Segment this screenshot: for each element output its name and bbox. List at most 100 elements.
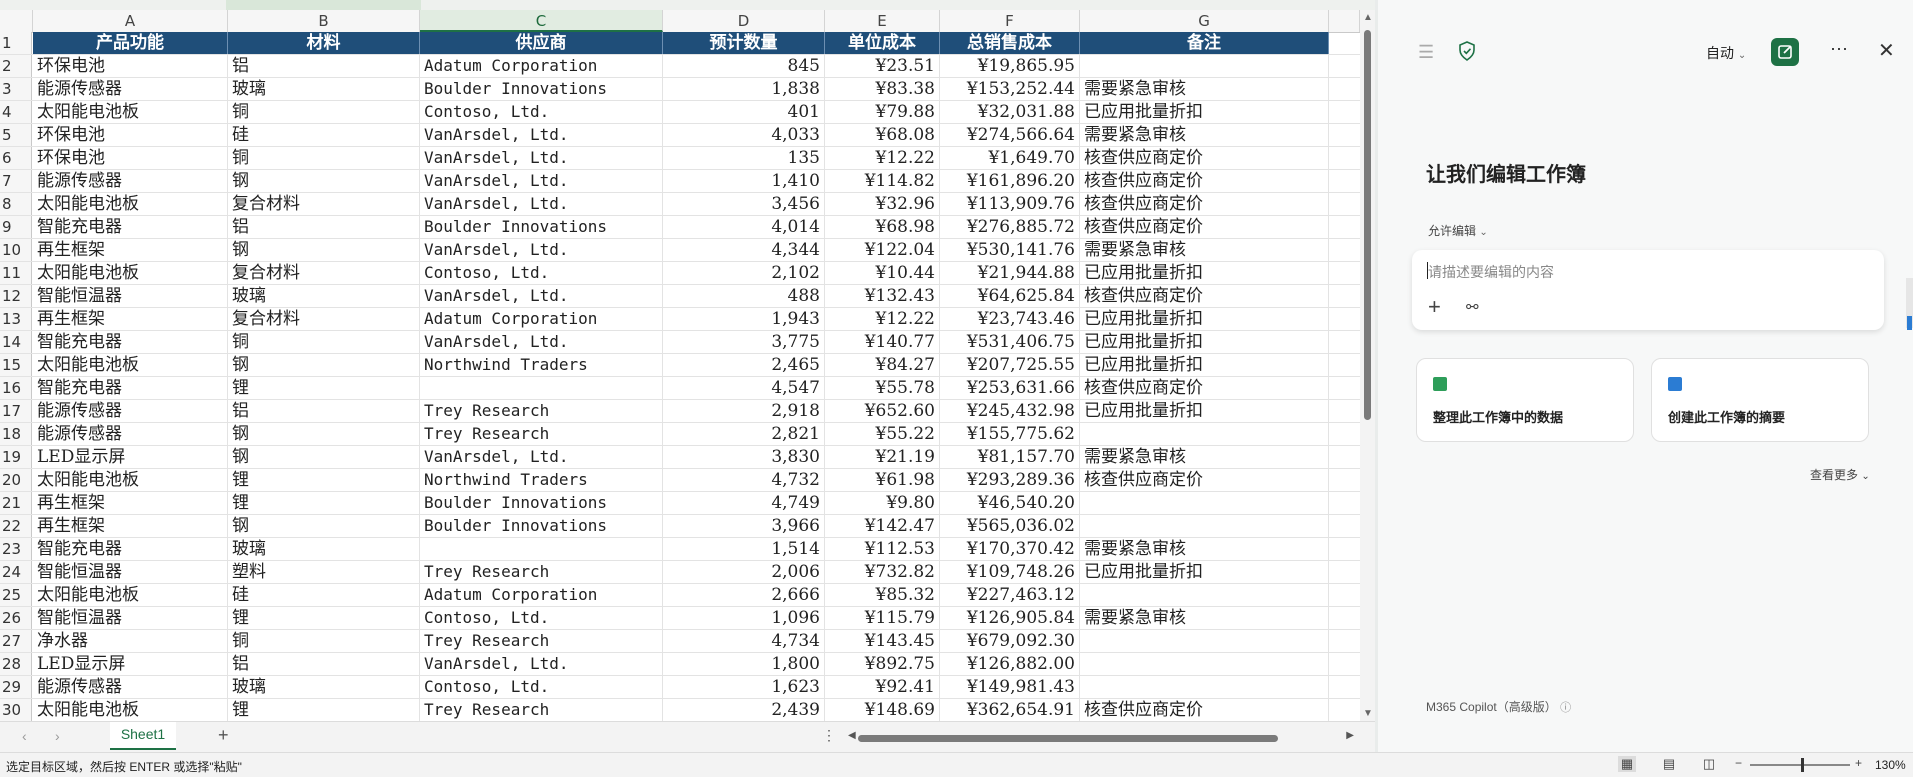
row-number[interactable]: 1 [0, 32, 32, 54]
table-row[interactable]: 9 智能充电器铝 Boulder Innovations 4,014 ¥68.98 ¥27… [0, 216, 1360, 239]
cell-supplier[interactable]: VanArsdel, Ltd. [420, 147, 663, 169]
cell-material[interactable]: 铝 [228, 55, 420, 77]
new-chat-button[interactable] [1771, 38, 1799, 66]
cell-material[interactable]: 硅 [228, 584, 420, 606]
cell-total-cost[interactable]: ¥227,463.12 [940, 584, 1080, 606]
cell-material[interactable]: 铜 [228, 101, 420, 123]
table-row[interactable]: 17 能源传感器铝 Trey Research 2,918 ¥652.60 ¥245,43… [0, 400, 1360, 423]
data-rows[interactable]: 2 环保电池铝 Adatum Corporation 845 ¥23.51 ¥19,865… [0, 55, 1360, 721]
header-cell-quantity[interactable]: 预计数量 [663, 32, 825, 54]
cell-quantity[interactable]: 4,734 [663, 630, 825, 652]
table-row[interactable]: 20 太阳能电池板锂 Northwind Traders 4,732 ¥61.98 ¥29… [0, 469, 1360, 492]
header-cell-supplier[interactable]: 供应商 [420, 32, 663, 54]
cell-supplier[interactable]: Trey Research [420, 699, 663, 721]
row-number[interactable]: 14 [0, 331, 32, 353]
cell-material[interactable]: 钢 [228, 446, 420, 468]
cell-feature[interactable]: 再生框架 [33, 239, 228, 261]
table-row[interactable]: 7 能源传感器钢 VanArsdel, Ltd. 1,410 ¥114.82 ¥161,8… [0, 170, 1360, 193]
cell-supplier[interactable]: VanArsdel, Ltd. [420, 124, 663, 146]
shield-icon[interactable] [1458, 41, 1476, 61]
cell-material[interactable]: 复合材料 [228, 193, 420, 215]
cell-unit-cost[interactable]: ¥84.27 [825, 354, 940, 376]
suggestion-create-summary[interactable]: 创建此工作簿的摘要 [1651, 358, 1869, 442]
next-sheet-icon[interactable]: › [55, 728, 60, 744]
cell-unit-cost[interactable]: ¥12.22 [825, 308, 940, 330]
cell-unit-cost[interactable]: ¥55.78 [825, 377, 940, 399]
cell-supplier[interactable]: VanArsdel, Ltd. [420, 285, 663, 307]
header-cell-total-cost[interactable]: 总销售成本 [940, 32, 1080, 54]
cell-notes[interactable]: 核查供应商定价 [1080, 699, 1329, 721]
cell-unit-cost[interactable]: ¥140.77 [825, 331, 940, 353]
cell-total-cost[interactable]: ¥245,432.98 [940, 400, 1080, 422]
cell-feature[interactable]: 智能恒温器 [33, 285, 228, 307]
cell-quantity[interactable]: 2,918 [663, 400, 825, 422]
cell-unit-cost[interactable]: ¥68.08 [825, 124, 940, 146]
cell-supplier[interactable]: VanArsdel, Ltd. [420, 170, 663, 192]
column-header-b[interactable]: B [228, 10, 420, 32]
table-row[interactable]: 26 智能恒温器锂 Contoso, Ltd. 1,096 ¥115.79 ¥126,90… [0, 607, 1360, 630]
cell-feature[interactable]: 太阳能电池板 [33, 699, 228, 721]
horizontal-scroll-thumb[interactable] [858, 735, 1278, 742]
cell-feature[interactable]: 太阳能电池板 [33, 193, 228, 215]
scroll-left-icon[interactable]: ◀ [848, 730, 856, 741]
cell-supplier[interactable]: Trey Research [420, 400, 663, 422]
reference-icon[interactable]: ⚯ [1466, 298, 1479, 316]
cell-supplier[interactable]: Trey Research [420, 561, 663, 583]
cell-notes[interactable]: 需要紧急审核 [1080, 124, 1329, 146]
cell-notes[interactable]: 已应用批量折扣 [1080, 354, 1329, 376]
cell-unit-cost[interactable]: ¥142.47 [825, 515, 940, 537]
cell-total-cost[interactable]: ¥565,036.02 [940, 515, 1080, 537]
row-number[interactable]: 11 [0, 262, 32, 284]
cell-material[interactable]: 复合材料 [228, 262, 420, 284]
zoom-level[interactable]: 130% [1875, 758, 1906, 772]
zoom-out-button[interactable]: − [1735, 756, 1742, 770]
cell-quantity[interactable]: 2,821 [663, 423, 825, 445]
cell-supplier[interactable]: Northwind Traders [420, 354, 663, 376]
cell-unit-cost[interactable]: ¥112.53 [825, 538, 940, 560]
cell-supplier[interactable]: Boulder Innovations [420, 78, 663, 100]
cell-feature[interactable]: 净水器 [33, 630, 228, 652]
cell-total-cost[interactable]: ¥155,775.62 [940, 423, 1080, 445]
cell-unit-cost[interactable]: ¥12.22 [825, 147, 940, 169]
cell-notes[interactable]: 需要紧急审核 [1080, 446, 1329, 468]
cell-notes[interactable]: 已应用批量折扣 [1080, 400, 1329, 422]
row-number[interactable]: 17 [0, 400, 32, 422]
cell-supplier[interactable]: Trey Research [420, 630, 663, 652]
row-number[interactable]: 10 [0, 239, 32, 261]
header-cell-unit-cost[interactable]: 单位成本 [825, 32, 940, 54]
cell-unit-cost[interactable]: ¥83.38 [825, 78, 940, 100]
row-number[interactable]: 26 [0, 607, 32, 629]
cell-supplier[interactable]: VanArsdel, Ltd. [420, 446, 663, 468]
cell-quantity[interactable]: 1,838 [663, 78, 825, 100]
row-number[interactable]: 3 [0, 78, 32, 100]
cell-notes[interactable]: 核查供应商定价 [1080, 170, 1329, 192]
cell-material[interactable]: 钢 [228, 239, 420, 261]
cell-quantity[interactable]: 1,943 [663, 308, 825, 330]
cell-total-cost[interactable]: ¥109,748.26 [940, 561, 1080, 583]
row-number[interactable]: 7 [0, 170, 32, 192]
table-row[interactable]: 27 净水器铜 Trey Research 4,734 ¥143.45 ¥679,092.… [0, 630, 1360, 653]
cell-total-cost[interactable]: ¥21,944.88 [940, 262, 1080, 284]
table-row[interactable]: 8 太阳能电池板 复合材料 VanArsdel, Ltd. 3,456 ¥32.96 ¥11… [0, 193, 1360, 216]
cell-unit-cost[interactable]: ¥114.82 [825, 170, 940, 192]
zoom-slider-handle[interactable] [1801, 758, 1804, 772]
table-row[interactable]: 12 智能恒温器 玻璃 VanArsdel, Ltd. 488 ¥132.43 ¥64,62… [0, 285, 1360, 308]
cell-total-cost[interactable]: ¥207,725.55 [940, 354, 1080, 376]
vertical-scrollbar[interactable]: ▲ ▼ [1360, 10, 1375, 721]
cell-unit-cost[interactable]: ¥68.98 [825, 216, 940, 238]
menu-icon[interactable]: ☰ [1418, 42, 1434, 63]
cell-feature[interactable]: 智能充电器 [33, 331, 228, 353]
row-number[interactable]: 24 [0, 561, 32, 583]
page-break-view-icon[interactable]: ◫ [1700, 756, 1718, 772]
cell-quantity[interactable]: 3,830 [663, 446, 825, 468]
cell-unit-cost[interactable]: ¥32.96 [825, 193, 940, 215]
cell-supplier[interactable]: Contoso, Ltd. [420, 676, 663, 698]
row-number[interactable]: 5 [0, 124, 32, 146]
table-row[interactable]: 21 再生框架锂 Boulder Innovations 4,749 ¥9.80 ¥46,… [0, 492, 1360, 515]
cell-supplier[interactable]: VanArsdel, Ltd. [420, 239, 663, 261]
cell-quantity[interactable]: 2,006 [663, 561, 825, 583]
header-cell-notes[interactable]: 备注 [1080, 32, 1329, 54]
row-number[interactable]: 28 [0, 653, 32, 675]
cell-quantity[interactable]: 4,344 [663, 239, 825, 261]
cell-notes[interactable] [1080, 423, 1329, 445]
